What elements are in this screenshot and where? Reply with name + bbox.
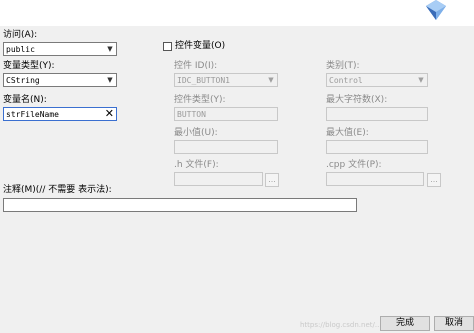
var-name-value: strFileName xyxy=(6,110,59,119)
access-label: 访问(A): xyxy=(3,30,38,40)
access-value: public xyxy=(6,45,35,54)
category-label: 类别(T): xyxy=(326,61,360,71)
h-file-label: .h 文件(F): xyxy=(174,160,219,170)
control-type-field: BUTTON xyxy=(174,107,278,121)
cpp-file-label: .cpp 文件(P): xyxy=(326,160,382,170)
chevron-down-icon: ▼ xyxy=(268,76,274,84)
h-file-input[interactable] xyxy=(174,172,263,186)
control-id-label: 控件 ID(I): xyxy=(174,61,218,71)
control-var-label: 控件变量(O) xyxy=(175,41,226,51)
category-value: Control xyxy=(329,76,363,85)
access-select[interactable]: public ▼ xyxy=(3,42,117,56)
var-type-select[interactable]: CString ▼ xyxy=(3,73,117,87)
var-name-input[interactable]: strFileName ✕ xyxy=(3,107,117,121)
category-select[interactable]: Control ▼ xyxy=(326,73,428,87)
max-chars-label: 最大字符数(X): xyxy=(326,95,388,105)
cpp-file-input[interactable] xyxy=(326,172,424,186)
max-value-label: 最大值(E): xyxy=(326,128,369,138)
max-value-input[interactable] xyxy=(326,140,428,154)
finish-button[interactable]: 完成 xyxy=(380,316,430,331)
control-id-select[interactable]: IDC_BUTTON1 ▼ xyxy=(174,73,278,87)
comment-input[interactable] xyxy=(3,198,357,212)
control-var-checkbox[interactable] xyxy=(163,42,172,51)
chevron-down-icon: ▼ xyxy=(107,76,113,84)
wizard-logo-icon xyxy=(426,0,446,20)
chevron-down-icon: ▼ xyxy=(418,76,424,84)
control-type-value: BUTTON xyxy=(177,110,206,119)
h-file-browse-button[interactable]: ... xyxy=(265,173,279,187)
watermark: https://blog.csdn.net/... xyxy=(300,321,382,329)
min-value-input[interactable] xyxy=(174,140,278,154)
wizard-header xyxy=(0,0,474,26)
chevron-down-icon: ▼ xyxy=(107,45,113,53)
var-name-label: 变量名(N): xyxy=(3,95,47,105)
cpp-file-browse-button[interactable]: ... xyxy=(427,173,441,187)
clear-icon[interactable]: ✕ xyxy=(105,107,114,120)
control-type-label: 控件类型(Y): xyxy=(174,95,226,105)
var-type-label: 变量类型(Y): xyxy=(3,61,55,71)
var-type-value: CString xyxy=(6,76,40,85)
comment-label: 注释(M)(// 不需要 表示法): xyxy=(3,185,112,195)
cancel-button[interactable]: 取消 xyxy=(434,316,474,331)
max-chars-input[interactable] xyxy=(326,107,428,121)
min-value-label: 最小值(U): xyxy=(174,128,218,138)
control-id-value: IDC_BUTTON1 xyxy=(177,76,230,85)
